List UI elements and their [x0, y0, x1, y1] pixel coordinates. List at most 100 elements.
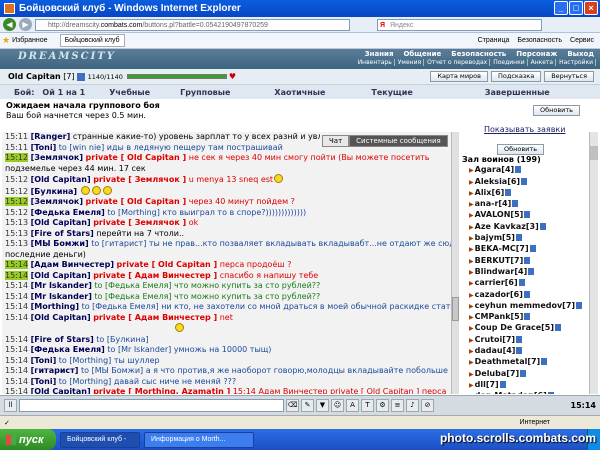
player-info-icon[interactable]: [521, 177, 528, 185]
player-name[interactable]: Agara[4]: [475, 165, 515, 174]
private-arrow-icon[interactable]: ▶: [469, 190, 474, 197]
taskbar-item-info[interactable]: Информация о Morth...: [144, 431, 254, 448]
player-name[interactable]: Crutoi[7]: [475, 335, 515, 344]
chat-nick[interactable]: [Mr Iskander]: [31, 281, 92, 290]
font-icon[interactable]: A: [346, 399, 359, 412]
hall-refresh-button[interactable]: Обновить: [497, 144, 545, 155]
submenu-inventory[interactable]: Инвентарь: [356, 59, 395, 66]
search-field[interactable]: Я Яндекс: [377, 18, 542, 31]
player-name[interactable]: carrier[6]: [475, 278, 518, 287]
private-arrow-icon[interactable]: ▶: [469, 393, 474, 394]
player-item[interactable]: ▶dll[7]: [461, 380, 589, 391]
chat-nick[interactable]: [Федька Емеля]: [31, 208, 105, 217]
menu-security[interactable]: Безопасность: [451, 50, 506, 58]
chat-nick[interactable]: [Old Capitan]: [31, 218, 91, 227]
player-info-icon[interactable]: [547, 392, 554, 394]
private-arrow-icon[interactable]: ▶: [469, 269, 474, 276]
tab-finished[interactable]: Завершенные: [413, 88, 550, 97]
private-arrow-icon[interactable]: ▶: [469, 167, 474, 174]
menu-communication[interactable]: Общение: [403, 50, 441, 58]
player-name[interactable]: ceyhun memmedov[7]: [475, 301, 575, 310]
browser-tab[interactable]: Бойцовский клуб: [59, 34, 125, 47]
chat-input[interactable]: [19, 399, 284, 412]
player-name[interactable]: CMPank[5]: [475, 312, 524, 321]
player-info-icon[interactable]: [539, 222, 546, 230]
private-arrow-icon[interactable]: ▶: [469, 224, 474, 231]
player-item[interactable]: ▶BERKUT[7]: [461, 256, 589, 267]
character-name[interactable]: Old Capitan: [8, 72, 61, 81]
player-info-icon[interactable]: [515, 234, 522, 242]
chat-private-tag[interactable]: private [ Адам Винчестер ]: [93, 313, 217, 322]
chat-nick[interactable]: [Old Capitan]: [31, 175, 91, 184]
player-name[interactable]: Coup De Grace[5]: [475, 323, 554, 332]
clear-icon[interactable]: ⌫: [286, 399, 299, 412]
private-arrow-icon[interactable]: ▶: [469, 258, 474, 265]
chat-nick[interactable]: [Fire of Stars]: [31, 229, 94, 238]
chat-private-tag[interactable]: private [ Old Capitan ]: [86, 153, 187, 162]
private-arrow-icon[interactable]: ▶: [469, 179, 474, 186]
chat-private-tag[interactable]: private [ Адам Винчестер ]: [93, 271, 217, 280]
player-item[interactable]: ▶Blindwar[4]: [461, 267, 589, 278]
chat-nick[interactable]: [Toni]: [31, 356, 57, 365]
player-item[interactable]: ▶bajym[5]: [461, 233, 589, 244]
tab-system-messages[interactable]: Системные сообщения: [349, 135, 448, 147]
chat-nick[interactable]: [Toni]: [31, 377, 57, 386]
player-name[interactable]: Aze Kavkaz[3]: [475, 222, 539, 231]
submenu-fights[interactable]: Поединки: [491, 59, 528, 66]
chat-private-tag[interactable]: private [ Землячок ]: [93, 218, 186, 227]
private-arrow-icon[interactable]: ▶: [469, 337, 474, 344]
submenu-skills[interactable]: Умения: [396, 59, 425, 66]
player-item[interactable]: ▶Agara[4]: [461, 165, 589, 176]
maximize-button[interactable]: □: [569, 1, 583, 15]
tab-current[interactable]: Текущие: [325, 88, 412, 97]
player-item[interactable]: ▶Coup De Grace[5]: [461, 323, 589, 334]
player-item[interactable]: ▶Deluba[7]: [461, 369, 589, 380]
player-info-icon[interactable]: [512, 200, 519, 208]
tab-training[interactable]: Учебные: [85, 88, 150, 97]
chat-nick[interactable]: [Mr Iskander]: [31, 292, 92, 301]
private-arrow-icon[interactable]: ▶: [469, 201, 474, 208]
private-arrow-icon[interactable]: ▶: [469, 348, 474, 355]
tab-chaotic[interactable]: Хаотичные: [230, 88, 325, 97]
chat-scrollbar[interactable]: [451, 132, 459, 394]
close-button[interactable]: ×: [584, 1, 598, 15]
private-arrow-icon[interactable]: ▶: [469, 292, 474, 299]
player-info-icon[interactable]: [528, 267, 535, 275]
private-arrow-icon[interactable]: ▶: [469, 212, 474, 219]
private-arrow-icon[interactable]: ▶: [469, 325, 474, 332]
back-icon[interactable]: ◀: [3, 18, 16, 31]
private-arrow-icon[interactable]: ▶: [469, 359, 474, 366]
player-item[interactable]: ▶Deathmetal[7]: [461, 357, 589, 368]
private-arrow-icon[interactable]: ▶: [469, 303, 474, 310]
player-item[interactable]: ▶ceyhun memmedov[7]: [461, 301, 589, 312]
security-menu[interactable]: Безопасность: [517, 37, 562, 44]
chat-nick[interactable]: [Old Capitan]: [31, 271, 91, 280]
info-icon[interactable]: [76, 72, 85, 81]
pause-icon[interactable]: ll: [4, 399, 17, 412]
player-info-icon[interactable]: [520, 369, 527, 377]
player-item[interactable]: ▶Crutoi[7]: [461, 335, 589, 346]
chat-nick[interactable]: [Ranger]: [31, 132, 71, 141]
chat-nick[interactable]: [Федька Емеля]: [31, 345, 105, 354]
smile-icon[interactable]: ☺: [331, 399, 344, 412]
player-info-icon[interactable]: [576, 301, 583, 309]
player-name[interactable]: don Metadon[6]: [475, 391, 547, 394]
player-name[interactable]: Deathmetal[7]: [475, 357, 541, 366]
tab-group[interactable]: Групповые: [150, 88, 230, 97]
world-map-button[interactable]: Карта миров: [430, 71, 488, 82]
player-info-icon[interactable]: [524, 256, 531, 264]
player-info-icon[interactable]: [523, 290, 530, 298]
settings-icon[interactable]: ⚙: [376, 399, 389, 412]
return-button[interactable]: Вернуться: [544, 71, 594, 82]
player-name[interactable]: Deluba[7]: [475, 369, 520, 378]
player-name[interactable]: Blindwar[4]: [475, 267, 528, 276]
chat-private-tag[interactable]: private [ Old Capitan ]: [117, 260, 218, 269]
translit-icon[interactable]: T: [361, 399, 374, 412]
private-arrow-icon[interactable]: ▶: [469, 280, 474, 287]
minimize-button[interactable]: _: [554, 1, 568, 15]
submenu-settings[interactable]: Настройки: [557, 59, 596, 66]
player-name[interactable]: AVALON[5]: [475, 210, 524, 219]
show-requests-link[interactable]: Показывать заявки: [484, 125, 565, 134]
player-name[interactable]: dadau[4]: [475, 346, 516, 355]
page-menu[interactable]: Страница: [478, 37, 510, 44]
